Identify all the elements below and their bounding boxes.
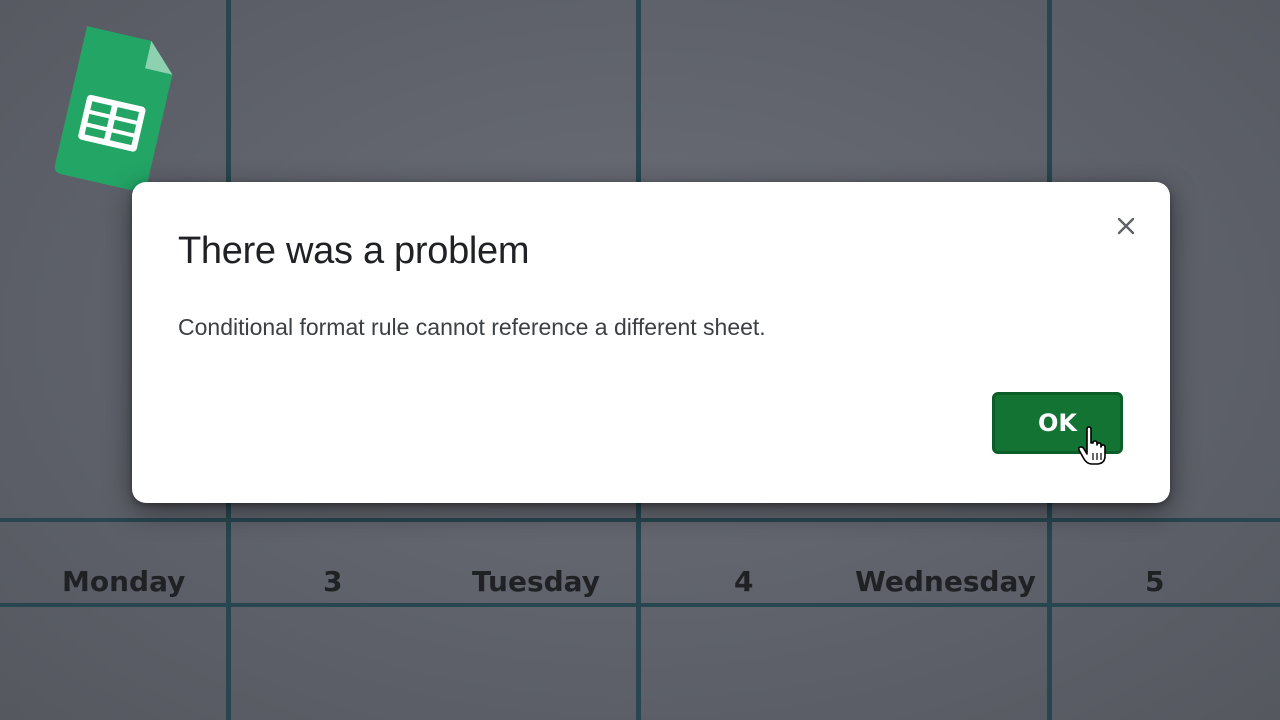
cell-day: Tuesday xyxy=(472,565,600,598)
close-icon xyxy=(1117,217,1135,235)
cell-date: 3 xyxy=(323,565,343,598)
dialog-message: Conditional format rule cannot reference… xyxy=(178,314,766,340)
cell-date: 5 xyxy=(1145,565,1165,598)
google-sheets-icon xyxy=(48,20,178,192)
grid-line xyxy=(0,518,1280,522)
close-button[interactable] xyxy=(1110,210,1142,242)
cell-date: 4 xyxy=(734,565,754,598)
cell-day: Monday xyxy=(62,565,186,598)
error-dialog: There was a problem Conditional format r… xyxy=(132,182,1170,503)
dialog-title: There was a problem xyxy=(178,230,530,272)
cell-day: Wednesday xyxy=(855,565,1036,598)
grid-line xyxy=(0,603,1280,607)
hand-pointer-icon xyxy=(1076,426,1110,466)
spreadsheet-background: Monday 3 Tuesday 4 Wednesday 5 There was… xyxy=(0,0,1280,720)
